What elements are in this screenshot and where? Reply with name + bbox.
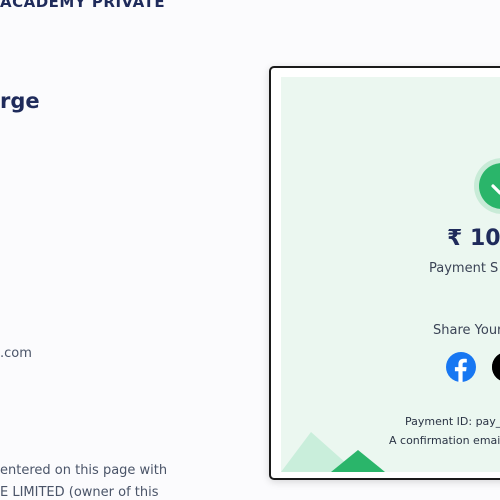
confirmation-text: A confirmation email [389,434,500,447]
modal-content: ₹ 100 Payment S Share Your Payment ID: p… [281,77,500,472]
facebook-icon [446,352,476,382]
x-icon [492,353,500,381]
facebook-share-button[interactable] [446,352,476,382]
terms-line: E LIMITED (owner of this [0,485,159,500]
terms-text: entered on this page with E LIMITED (own… [0,460,170,500]
payment-status: Payment S [429,261,499,276]
x-share-button[interactable] [492,352,500,382]
payment-success-modal: ₹ 100 Payment S Share Your Payment ID: p… [269,66,500,480]
payment-page: ACADEMY PRIVATE rge .com entered on this… [0,0,500,500]
payment-id: Payment ID: pay_ [405,415,500,428]
contact-email: .com [0,346,32,361]
check-icon [491,184,500,195]
terms-line: entered on this page with [0,463,168,478]
payment-amount: ₹ 100 [447,226,500,251]
share-label: Share Your [433,323,500,338]
page-heading: rge [0,89,40,113]
merchant-name: ACADEMY PRIVATE [0,0,166,11]
